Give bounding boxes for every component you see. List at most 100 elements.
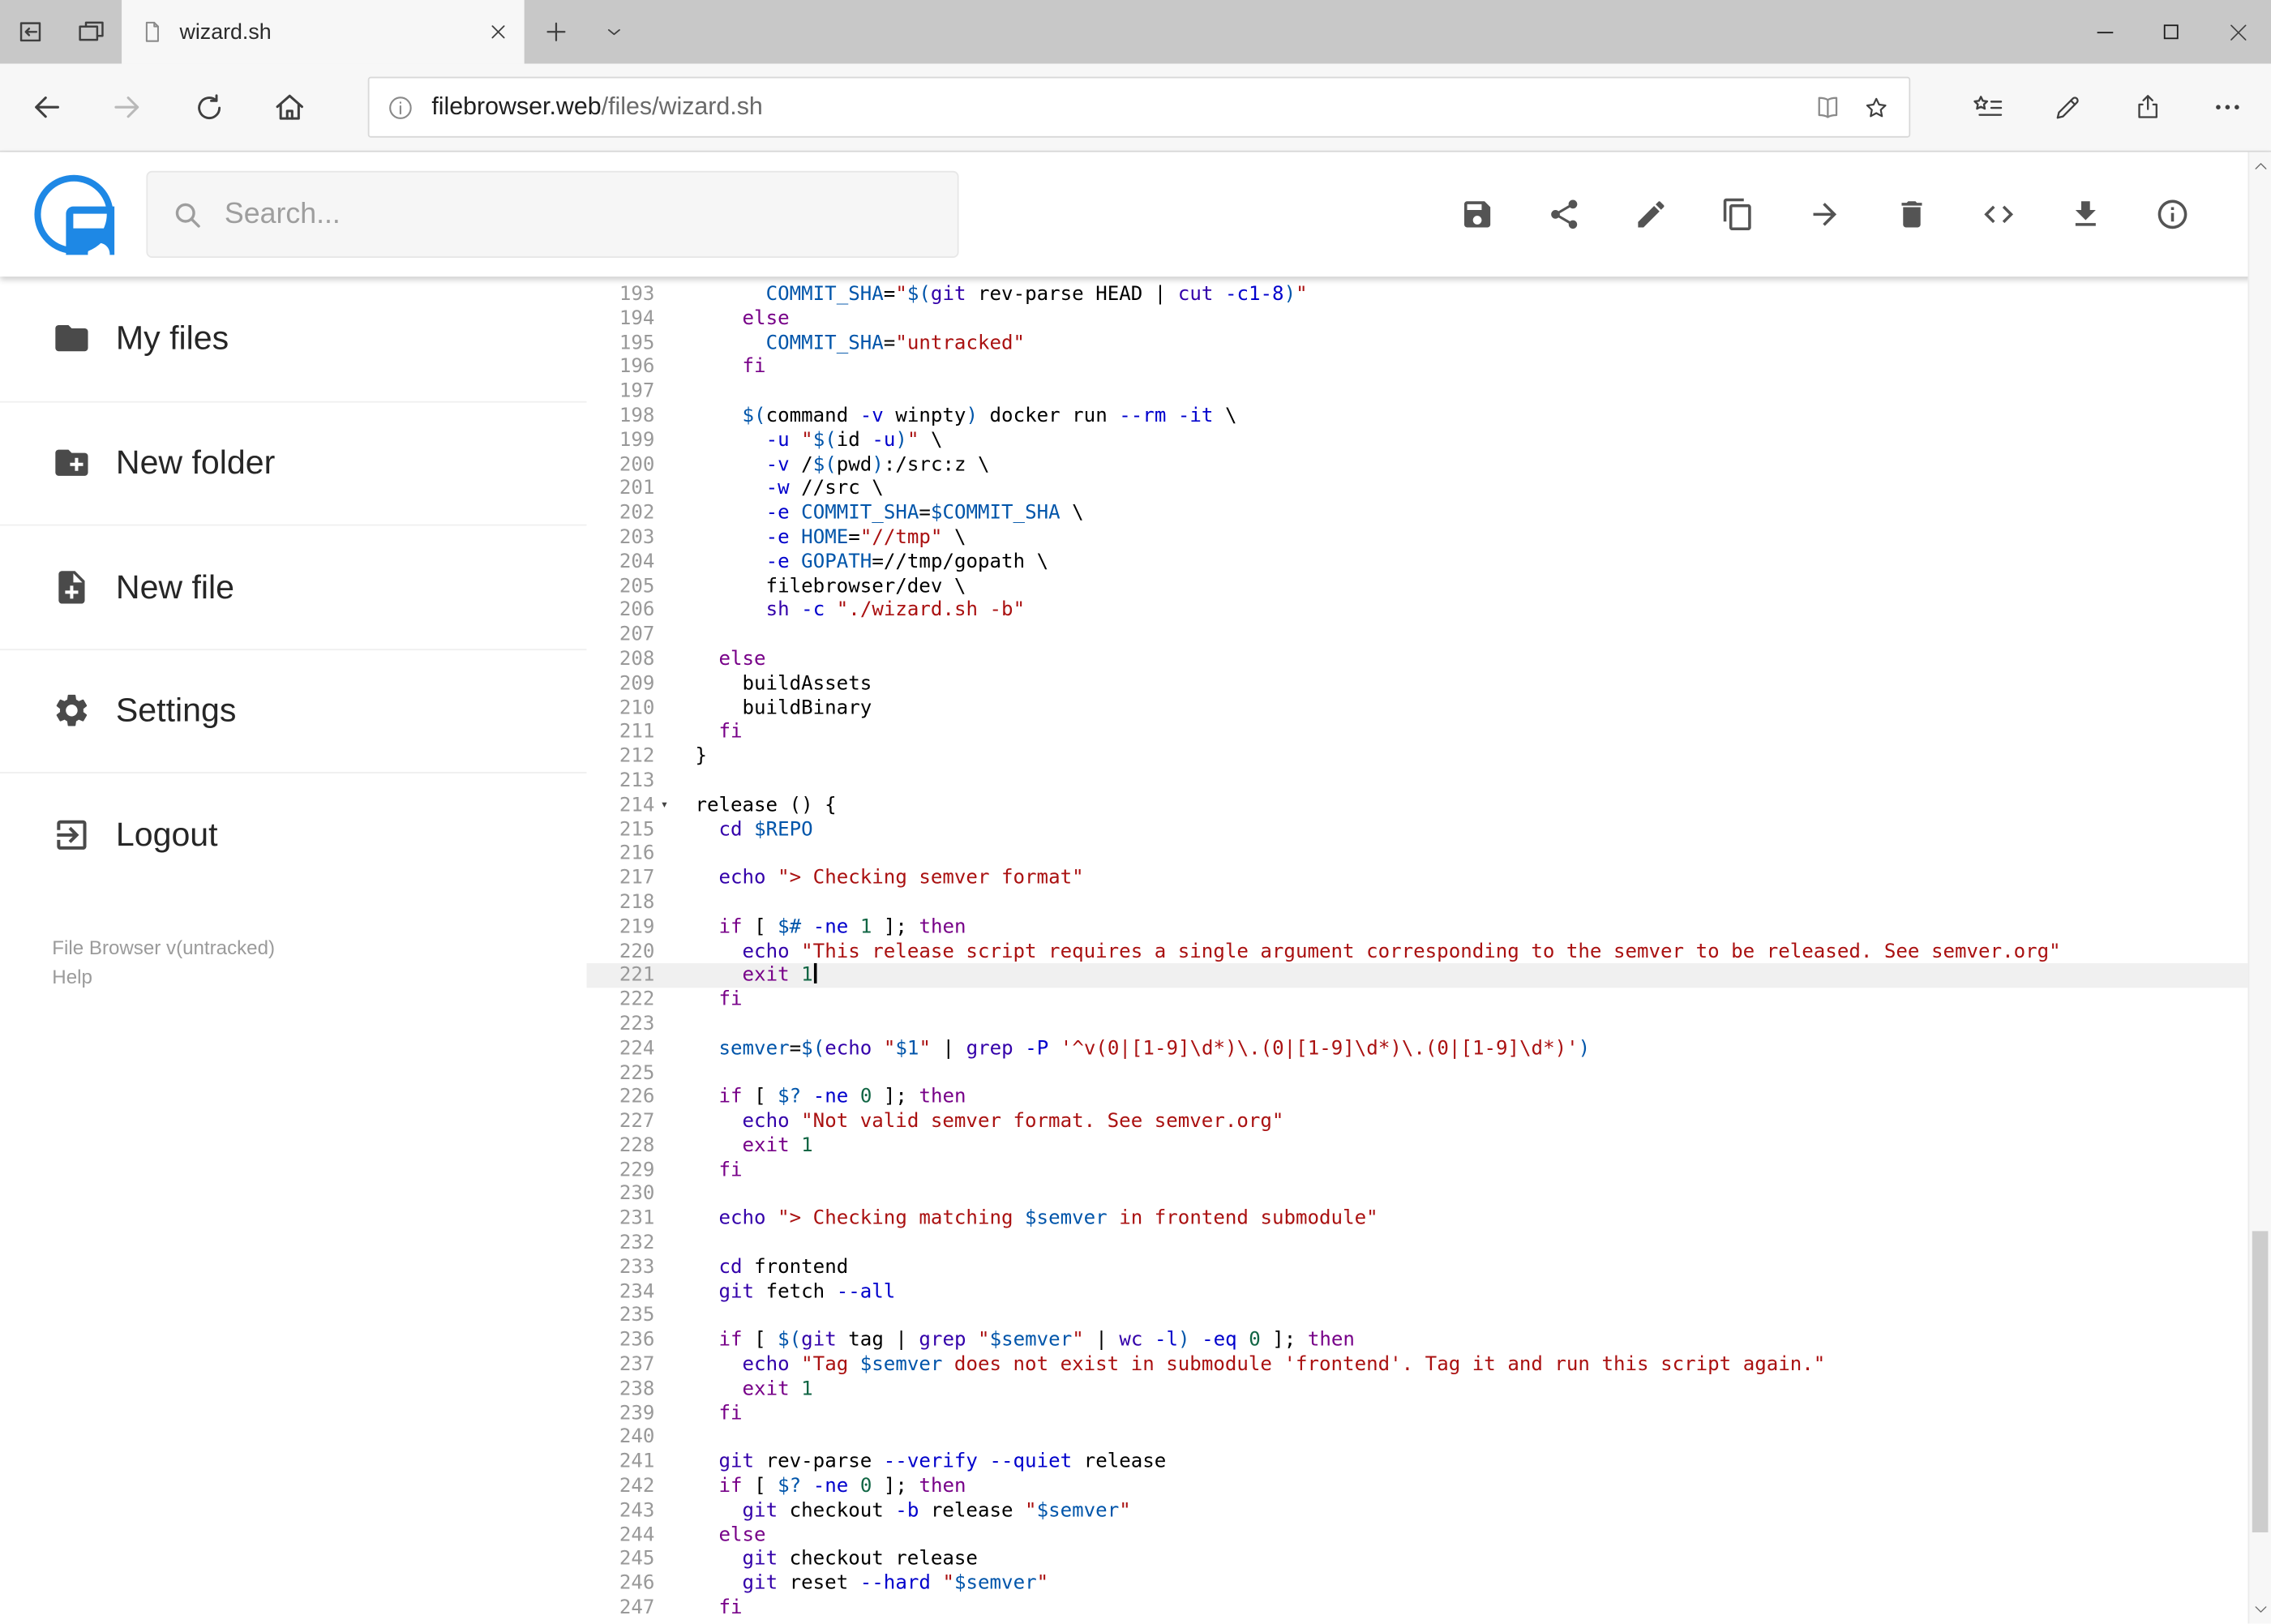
- code-line[interactable]: 221 exit 1: [586, 963, 2248, 988]
- scroll-thumb[interactable]: [2252, 1231, 2269, 1532]
- code-line[interactable]: 206 sh -c "./wizard.sh -b": [586, 598, 2247, 623]
- code-line[interactable]: 245 git checkout release: [586, 1548, 2247, 1572]
- code-line[interactable]: 246 git reset --hard "$semver": [586, 1572, 2247, 1596]
- address-bar[interactable]: filebrowser.web/files/wizard.sh: [367, 76, 1911, 138]
- code-line[interactable]: 201 -w //src \: [586, 477, 2247, 501]
- search-box[interactable]: [146, 170, 959, 258]
- delete-button[interactable]: [1895, 197, 1930, 232]
- code-line[interactable]: 234 git fetch --all: [586, 1280, 2247, 1305]
- code-line[interactable]: 223: [586, 1012, 2247, 1036]
- edit-button[interactable]: [1634, 197, 1669, 232]
- code-line[interactable]: 196 fi: [586, 355, 2247, 379]
- share-page-button[interactable]: [2107, 70, 2187, 145]
- minimize-button[interactable]: [2071, 0, 2137, 64]
- web-note-button[interactable]: [2028, 70, 2107, 145]
- code-line[interactable]: 209 buildAssets: [586, 671, 2247, 696]
- code-line[interactable]: 205 filebrowser/dev \: [586, 574, 2247, 598]
- code-line[interactable]: 247 fi: [586, 1596, 2247, 1621]
- code-line[interactable]: 242 if [ $? -ne 0 ]; then: [586, 1475, 2247, 1499]
- code-line[interactable]: 193 COMMIT_SHA="$(git rev-parse HEAD | c…: [586, 282, 2247, 306]
- code-line[interactable]: 211 fi: [586, 720, 2247, 744]
- code-line[interactable]: 222 fi: [586, 988, 2247, 1012]
- code-line[interactable]: 203 -e HOME="//tmp" \: [586, 525, 2247, 550]
- site-info-icon[interactable]: [387, 93, 414, 121]
- code-line[interactable]: 198 $(command -v winpty) docker run --rm…: [586, 404, 2247, 428]
- search-input[interactable]: [224, 197, 935, 231]
- code-line[interactable]: 238 exit 1: [586, 1378, 2247, 1402]
- set-tabs-aside-button[interactable]: [0, 0, 61, 64]
- scroll-up-button[interactable]: [2249, 155, 2271, 178]
- close-window-button[interactable]: [2205, 0, 2271, 64]
- reading-view-button[interactable]: [1812, 92, 1844, 123]
- copy-button[interactable]: [1720, 197, 1755, 232]
- code-line[interactable]: 232: [586, 1232, 2247, 1256]
- browser-window: wizard.sh filebrowser.web/files/wizard.s…: [0, 0, 2271, 1624]
- tabs-you-set-aside-button[interactable]: [61, 0, 122, 64]
- favorite-button[interactable]: [1861, 92, 1892, 122]
- code-line[interactable]: 217 echo "> Checking semver format": [586, 866, 2247, 890]
- code-line[interactable]: 227 echo "Not valid semver format. See s…: [586, 1110, 2247, 1134]
- code-line[interactable]: 199 -u "$(id -u)" \: [586, 428, 2247, 452]
- code-line[interactable]: 202 -e COMMIT_SHA=$COMMIT_SHA \: [586, 501, 2247, 525]
- code-line[interactable]: 244 else: [586, 1523, 2247, 1548]
- code-line[interactable]: 235: [586, 1305, 2247, 1329]
- browser-menu-button[interactable]: [2187, 70, 2266, 145]
- back-button[interactable]: [6, 70, 87, 145]
- sidebar-item-new-folder[interactable]: New folder: [0, 400, 587, 525]
- tab-preview-toggle[interactable]: [588, 0, 640, 64]
- code-line[interactable]: 194 else: [586, 306, 2247, 331]
- new-tab-button[interactable]: [525, 0, 589, 64]
- code-editor[interactable]: 193 COMMIT_SHA="$(git rev-parse HEAD | c…: [586, 276, 2248, 1624]
- fold-marker-icon[interactable]: ▾: [654, 793, 683, 817]
- code-line[interactable]: 220 echo "This release script requires a…: [586, 939, 2247, 963]
- code-line[interactable]: 212}: [586, 744, 2247, 769]
- help-link[interactable]: Help: [52, 962, 586, 992]
- info-button[interactable]: [2155, 197, 2190, 232]
- code-line[interactable]: 241 git rev-parse --verify --quiet relea…: [586, 1450, 2247, 1475]
- code-line[interactable]: 237 echo "Tag $semver does not exist in …: [586, 1353, 2247, 1378]
- code-line[interactable]: 207: [586, 623, 2247, 647]
- code-line[interactable]: 213: [586, 769, 2247, 793]
- scrollbar[interactable]: [2247, 152, 2271, 1624]
- code-line[interactable]: 200 -v /$(pwd):/src:z \: [586, 452, 2247, 477]
- browser-tab[interactable]: wizard.sh: [122, 0, 525, 64]
- code-line[interactable]: 233 cd frontend: [586, 1256, 2247, 1280]
- code-line[interactable]: 210 buildBinary: [586, 696, 2247, 720]
- code-line[interactable]: 236 if [ $(git tag | grep "$semver" | wc…: [586, 1329, 2247, 1353]
- sidebar-item-new-file[interactable]: New file: [0, 524, 587, 649]
- share-button[interactable]: [1547, 197, 1582, 232]
- save-button[interactable]: [1460, 197, 1495, 232]
- code-line[interactable]: 230: [586, 1183, 2247, 1207]
- code-line[interactable]: 197: [586, 379, 2247, 404]
- code-line[interactable]: 204 -e GOPATH=//tmp/gopath \: [586, 550, 2247, 574]
- home-button[interactable]: [249, 70, 330, 145]
- code-line[interactable]: 239 fi: [586, 1402, 2247, 1426]
- favorites-hub-button[interactable]: [1948, 70, 2028, 145]
- code-line[interactable]: 214 ▾ release () {: [586, 793, 2247, 817]
- move-button[interactable]: [1807, 197, 1842, 232]
- sidebar-item-settings[interactable]: Settings: [0, 648, 587, 772]
- code-line[interactable]: 216: [586, 842, 2247, 866]
- tab-close-icon[interactable]: [486, 20, 510, 44]
- code-line[interactable]: 208 else: [586, 647, 2247, 671]
- code-line[interactable]: 243 git checkout -b release "$semver": [586, 1499, 2247, 1523]
- code-line[interactable]: 218: [586, 890, 2247, 915]
- refresh-button[interactable]: [168, 70, 249, 145]
- code-line[interactable]: 240: [586, 1426, 2247, 1450]
- code-line[interactable]: 225: [586, 1061, 2247, 1086]
- scroll-down-button[interactable]: [2249, 1597, 2271, 1621]
- raw-view-button[interactable]: [1982, 197, 2016, 232]
- code-line[interactable]: 219 if [ $# -ne 1 ]; then: [586, 915, 2247, 939]
- code-line[interactable]: 228 exit 1: [586, 1134, 2247, 1159]
- code-line[interactable]: 224 semver=$(echo "$1" | grep -P '^v(0|[…: [586, 1036, 2247, 1061]
- maximize-button[interactable]: [2138, 0, 2205, 64]
- forward-button[interactable]: [87, 70, 168, 145]
- download-button[interactable]: [2068, 197, 2103, 232]
- sidebar-item-my-files[interactable]: My files: [0, 276, 586, 401]
- code-line[interactable]: 215 cd $REPO: [586, 817, 2247, 842]
- code-line[interactable]: 195 COMMIT_SHA="untracked": [586, 331, 2247, 355]
- sidebar-item-logout[interactable]: Logout: [0, 772, 587, 896]
- code-line[interactable]: 231 echo "> Checking matching $semver in…: [586, 1207, 2247, 1232]
- code-line[interactable]: 229 fi: [586, 1159, 2247, 1183]
- code-line[interactable]: 226 if [ $? -ne 0 ]; then: [586, 1086, 2247, 1110]
